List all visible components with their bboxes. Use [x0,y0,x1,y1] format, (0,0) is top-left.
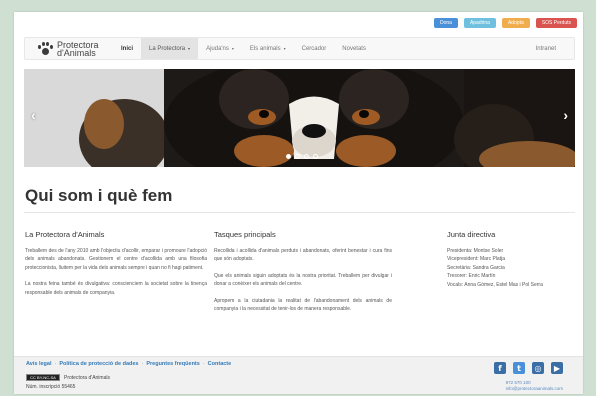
instagram-icon[interactable]: ◎ [532,362,544,374]
carousel-dot[interactable] [313,154,318,159]
nav-la-protectora[interactable]: La Protectora ▾ [141,38,199,59]
separator: · [141,361,144,367]
board-member: Tresorer: Enric Martín [447,273,496,280]
column-title: La Protectora d'Animals [25,230,105,239]
adopt-button[interactable]: Adopta [501,18,530,28]
column-junta: Junta directiva Presidenta: Montse Soler… [447,230,579,289]
board-member: Vocals: Anna Gómez, Estel Mas i Pol Serr… [447,281,543,288]
nav-label: Ajuda'ns [206,45,229,52]
nav-home[interactable]: Inici [113,38,141,59]
chevron-down-icon: ▾ [231,46,234,51]
youtube-icon[interactable]: ▶ [551,362,563,374]
email-address[interactable]: info@protectoraanimals.com [506,386,563,392]
nav-cercador[interactable]: Cercador [294,38,335,59]
nav-label: Els animals [249,45,281,52]
license-text: Protectora d'Animals [64,374,110,381]
separator: · [202,361,205,367]
carousel-dot[interactable] [295,154,300,159]
page-title: Qui som i què fem [25,186,173,205]
nav-intranet[interactable]: Intranet [536,46,574,52]
carousel-indicators [286,154,318,159]
footer-links: Avís legal · Política de protecció de dade… [26,361,231,367]
column-paragraph: Recollida i acollida d'animals perduts i… [214,248,392,263]
footer: Avís legal · Política de protecció de dade… [14,356,583,394]
facebook-icon[interactable]: f [494,362,506,374]
donate-button[interactable]: Dona [433,18,458,28]
chevron-down-icon: ▾ [283,46,286,51]
column-title: Tasques principals [214,230,276,239]
board-member: Secretària: Sandra Garcia [447,264,505,271]
registry-number: Núm. inscripció 55465 [26,384,76,390]
nav-els-animals[interactable]: Els animals ▾ [242,38,294,59]
carousel-dot[interactable] [286,154,291,159]
footer-link-faq[interactable]: Preguntes freqüents [146,361,199,367]
logo[interactable]: Protectora d'Animals [25,40,113,58]
carousel-next-button[interactable]: › [563,107,568,123]
column-paragraph: Apropem a la ciutadania la realitat de l… [214,297,392,313]
column-tasques: Tasques principals Recollida i acollida … [214,230,392,321]
contact-info: 972 570 100 info@protectoraanimals.com [506,380,563,392]
main-nav: Inici La Protectora ▾ Ajuda'ns ▾ Els ani… [113,38,374,59]
footer-link-contact[interactable]: Contacte [208,361,232,367]
hero-dog-image [24,69,575,167]
logo-line-2: d'Animals [57,47,96,58]
cc-license-badge[interactable]: CC BY-NC-SA [26,374,60,381]
navbar: Protectora d'Animals Inici La Protectora… [24,37,575,60]
paw-icon [37,41,53,56]
board-member: Presidenta: Montse Soler [447,248,504,254]
footer-link-privacy[interactable]: Política de protecció de dades [59,361,138,367]
twitter-icon[interactable]: t [513,362,525,374]
carousel-prev-button[interactable]: ‹ [31,107,36,123]
column-paragraph: Treballem des de l'any 2010 amb l'object… [25,248,207,271]
board-member: Vicepresident: Marc Platja [447,256,505,263]
nav-label: La Protectora [149,45,186,52]
title-divider [24,212,575,213]
nav-ajudans[interactable]: Ajuda'ns ▾ [198,38,242,59]
license: CC BY-NC-SA Protectora d'Animals [26,374,110,381]
separator: · [54,361,57,367]
sponsor-button[interactable]: Apadrina [463,18,496,28]
social-links: f t ◎ ▶ [494,362,563,374]
chevron-down-icon: ▾ [188,46,191,51]
nav-label: Cercador [301,45,327,52]
nav-novetats[interactable]: Novetats [334,38,374,59]
column-paragraph: Que els animals siguin adoptats és la no… [214,272,392,288]
footer-link-legal[interactable]: Avís legal [26,361,51,367]
logo-text: Protectora d'Animals [57,40,99,58]
hero-carousel: ‹ › [24,69,575,167]
column-paragraph: La nostra feina també és divulgativa: co… [25,281,207,296]
carousel-dot[interactable] [304,154,309,159]
column-title: Junta directiva [447,230,496,239]
column-protectora: La Protectora d'Animals Treballem des de… [25,230,207,305]
page: Dona Apadrina Adopta SOS Perduts Protect… [14,12,583,394]
nav-label: Novetats [342,45,366,52]
sos-lost-button[interactable]: SOS Perduts [535,18,577,28]
top-actions: Dona Apadrina Adopta SOS Perduts [433,18,577,28]
